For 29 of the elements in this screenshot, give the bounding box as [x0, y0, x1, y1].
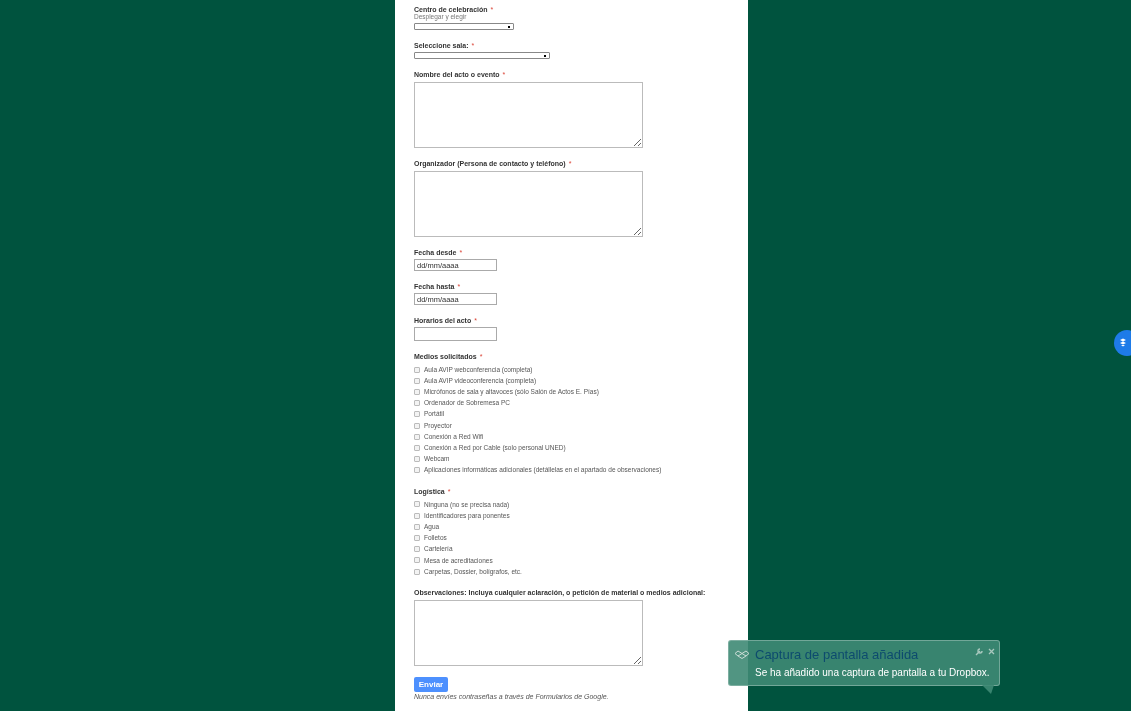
notification-message: Se ha añadido una captura de pantalla a tu Dropbox. [755, 666, 990, 679]
text-area[interactable] [414, 82, 643, 148]
checkbox[interactable] [414, 512, 420, 519]
checkbox[interactable] [414, 568, 420, 575]
checkbox[interactable] [414, 467, 420, 474]
checkbox[interactable] [414, 400, 420, 407]
caret-icon [508, 25, 510, 28]
checkbox[interactable] [414, 557, 420, 564]
checkbox[interactable] [414, 535, 420, 542]
checkbox[interactable] [414, 377, 420, 384]
checkbox[interactable] [414, 501, 420, 508]
text-area[interactable] [414, 171, 643, 237]
dropdown[interactable] [414, 23, 514, 30]
close-icon[interactable] [988, 648, 995, 655]
text-area[interactable] [414, 600, 643, 667]
dropdown[interactable] [414, 52, 550, 59]
text-input[interactable] [414, 327, 497, 341]
wrench-icon[interactable] [975, 648, 983, 656]
checkbox[interactable] [414, 388, 420, 395]
checkbox[interactable] [414, 411, 420, 418]
checkbox[interactable] [414, 456, 420, 463]
checkbox[interactable] [414, 366, 420, 373]
checkbox[interactable] [414, 433, 420, 440]
notification-title: Captura de pantalla añadida [755, 646, 919, 663]
checkbox[interactable] [414, 546, 420, 553]
checkbox[interactable] [414, 523, 420, 530]
checkbox[interactable] [414, 444, 420, 451]
checkbox[interactable] [414, 422, 420, 429]
caret-icon [544, 54, 546, 57]
